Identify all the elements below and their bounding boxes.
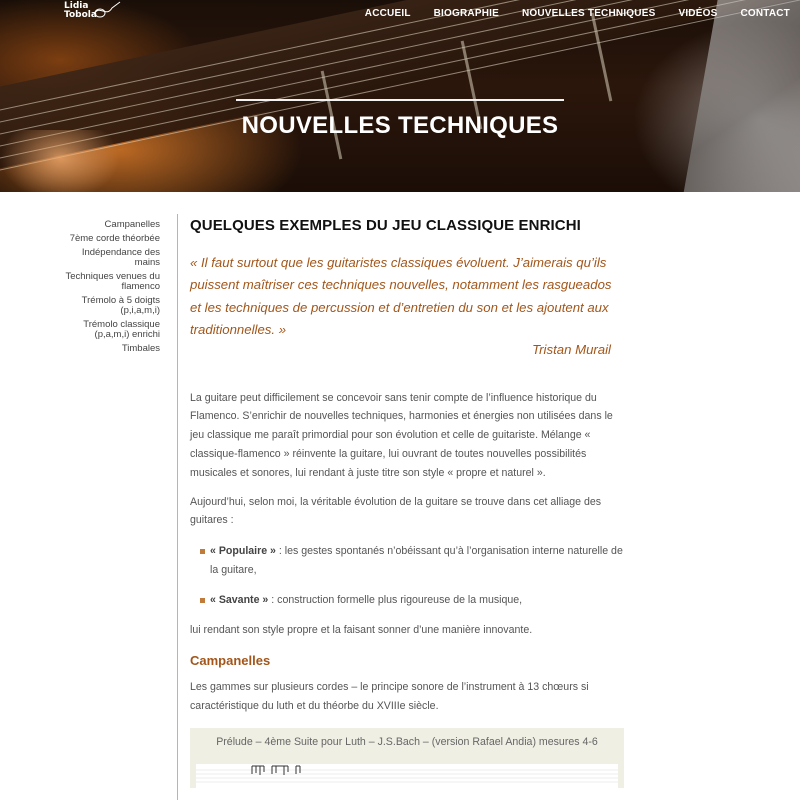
nav-accueil[interactable]: ACCUEIL (365, 8, 411, 19)
main-content: QUELQUES EXEMPLES DU JEU CLASSIQUE ENRIC… (190, 214, 624, 788)
bullet-list: « Populaire » : les gestes spontanés n’o… (190, 542, 624, 609)
paragraph-conclusion: lui rendant son style propre et la faisa… (190, 623, 533, 636)
sidebar-item-campanelles[interactable]: Campanelles (60, 220, 160, 230)
sidebar-item-7eme-corde[interactable]: 7ème corde théorbée (60, 234, 160, 244)
list-item: « Populaire » : les gestes spontanés n’o… (190, 542, 624, 580)
sidebar-item-tremolo-5[interactable]: Trémolo à 5 doigts (p,i,a,m,i) (60, 296, 160, 316)
figure-caption: Prélude – 4ème Suite pour Luth – J.S.Bac… (216, 735, 598, 748)
paragraph-campanelles: Les gammes sur plusieurs cordes – le pri… (190, 681, 589, 713)
sidebar-item-tremolo-classique[interactable]: Trémolo classique (p,a,m,i) enrichi (60, 320, 160, 340)
paragraph-evolution: Aujourd’hui, selon moi, la véritable évo… (190, 495, 602, 527)
nav-contact[interactable]: CONTACT (740, 8, 790, 19)
list-item: « Savante » : construction formelle plus… (190, 591, 624, 610)
bullet-square-icon (200, 549, 205, 555)
nav-nouvelles-techniques[interactable]: NOUVELLES TECHNIQUES (522, 8, 655, 19)
player-shirt-image (680, 0, 800, 192)
bullet-term: « Populaire » (210, 545, 276, 558)
quote-text: « Il faut surtout que les guitaristes cl… (190, 255, 612, 338)
quote-author: Tristan Murail (532, 341, 611, 357)
nav-biographie[interactable]: BIOGRAPHIE (434, 8, 499, 19)
section-heading: QUELQUES EXEMPLES DU JEU CLASSIQUE ENRIC… (190, 217, 581, 234)
page-title: NOUVELLES TECHNIQUES (241, 112, 559, 139)
figure-box: Prélude – 4ème Suite pour Luth – J.S.Bac… (190, 727, 624, 788)
sidebar-divider (177, 214, 178, 800)
main-nav: ACCUEIL BIOGRAPHIE NOUVELLES TECHNIQUES … (365, 8, 800, 19)
guitar-logo-icon (93, 1, 121, 18)
sidebar-menu: Campanelles 7ème corde théorbée Indépend… (60, 220, 160, 358)
bullet-square-icon (200, 597, 205, 603)
hero-banner: Lidia Tobola ACCUEIL BIOGRAPHIE NOUVELLE… (0, 0, 800, 192)
guitar-neck-image (0, 0, 800, 174)
paragraph-intro: La guitare peut difficilement se concevo… (190, 391, 613, 479)
music-score-image (196, 763, 618, 788)
campanelles-heading: Campanelles (190, 653, 271, 669)
bullet-text: : construction formelle plus rigoureuse … (268, 593, 523, 606)
site-logo[interactable]: Lidia Tobola (64, 2, 124, 24)
bullet-term: « Savante » (210, 593, 269, 606)
sidebar-item-independance[interactable]: Indépendance des mains (60, 248, 160, 268)
nav-videos[interactable]: VIDÉOS (678, 8, 717, 19)
sheet-music-icon (196, 765, 618, 783)
hero-divider (236, 99, 564, 101)
sidebar-item-timbales[interactable]: Timbales (60, 344, 160, 354)
sidebar-item-flamenco[interactable]: Techniques venues du flamenco (60, 272, 160, 292)
